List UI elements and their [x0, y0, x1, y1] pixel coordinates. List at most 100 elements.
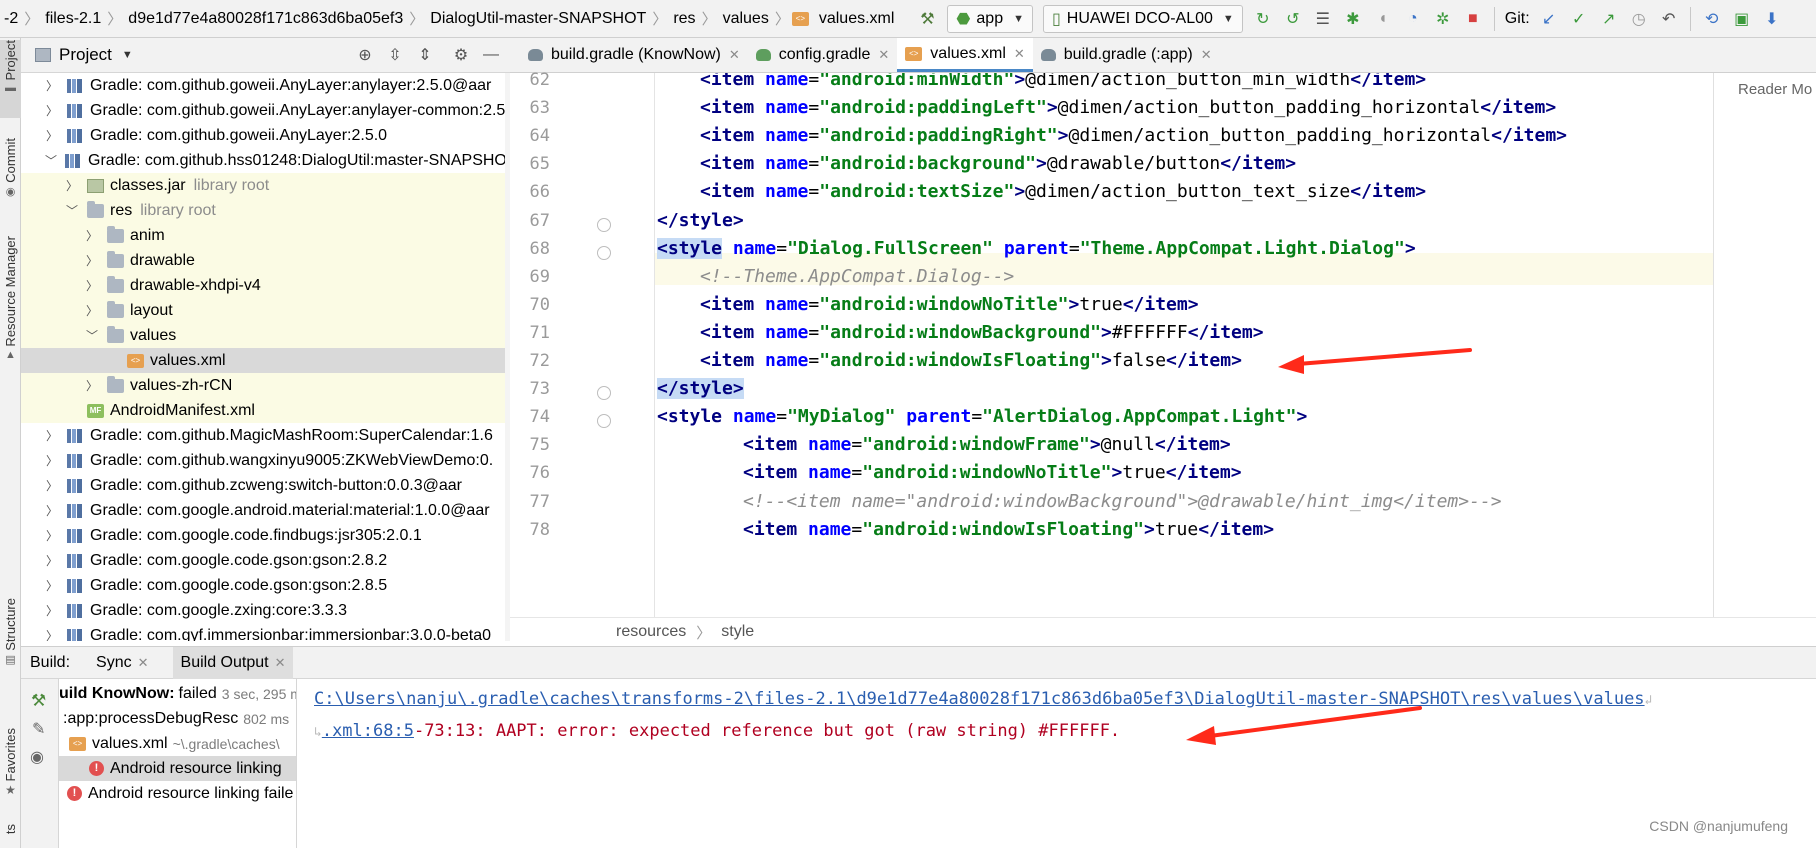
build-tree-row[interactable]: ! Android resource linking faile	[59, 781, 296, 806]
tree-row[interactable]: 〉 Gradle: com.github.goweii.AnyLayer:anyl…	[21, 98, 510, 123]
breadcrumb-item[interactable]: d9e1d77e4a80028f171c863d6ba05ef3	[124, 10, 407, 28]
chevron-right-icon[interactable]: 〉	[45, 602, 59, 619]
tree-row[interactable]: 〉 drawable-xhdpi-v4	[21, 273, 510, 298]
chevron-right-icon[interactable]: 〉	[45, 627, 59, 641]
chevron-right-icon[interactable]: 〉	[45, 552, 59, 569]
build-tree-row[interactable]: uild KnowNow:failed3 sec, 295 ms	[59, 681, 296, 706]
chevron-right-icon[interactable]: 〉	[45, 502, 59, 519]
build-hammer-icon[interactable]: ⚒	[914, 6, 940, 32]
tab-build-output[interactable]: Build Output ✕	[172, 646, 294, 679]
list-icon[interactable]: ☰	[1310, 6, 1336, 32]
tree-row[interactable]: 〉 layout	[21, 298, 510, 323]
chevron-right-icon[interactable]: 〉	[85, 277, 99, 294]
tree-row[interactable]: ﹀ res library root	[21, 198, 510, 223]
close-icon[interactable]: ✕	[1201, 47, 1212, 63]
structure-tool-tab[interactable]: Structure ▤	[0, 598, 21, 682]
hide-panel-icon[interactable]: —	[478, 42, 504, 68]
project-tool-tab[interactable]: Project ▬	[0, 40, 21, 118]
fold-toggle-icon[interactable]	[597, 386, 611, 401]
error-file-path-link[interactable]: C:\Users\nanju\.gradle\caches\transforms…	[314, 689, 1645, 709]
chevron-right-icon[interactable]: 〉	[45, 527, 59, 544]
build-tree-row[interactable]: ! Android resource linking	[59, 756, 296, 781]
tree-row[interactable]: 〉 Gradle: com.google.android.material:mat…	[21, 498, 510, 523]
tree-row[interactable]: MF AndroidManifest.xml	[21, 398, 510, 423]
editor-breadcrumb-item[interactable]: resources	[616, 623, 686, 641]
build-output-console[interactable]: C:\Users\nanju\.gradle\caches\transforms…	[297, 679, 1816, 848]
tree-row[interactable]: 〉 Gradle: com.google.code.findbugs:jsr305…	[21, 523, 510, 548]
chevron-right-icon[interactable]: 〉	[85, 377, 99, 394]
git-history-icon[interactable]: ◷	[1626, 6, 1652, 32]
tree-row[interactable]: 〉 Gradle: com.google.code.gson:gson:2.8.5	[21, 573, 510, 598]
chevron-right-icon[interactable]: 〉	[45, 477, 59, 494]
close-icon[interactable]: ✕	[275, 655, 286, 671]
chevron-right-icon[interactable]: 〉	[85, 302, 99, 319]
close-icon[interactable]: ✕	[138, 655, 149, 671]
chevron-down-icon[interactable]: ﹀	[45, 152, 57, 169]
project-view-select[interactable]: Project	[59, 45, 112, 65]
fold-toggle-icon[interactable]	[597, 245, 611, 260]
commit-tool-tab[interactable]: Commit ◉	[0, 138, 21, 218]
apply-changes-restart-icon[interactable]: ↻	[1250, 6, 1276, 32]
breadcrumb-item-current[interactable]: values.xml	[815, 10, 899, 28]
tab-sync[interactable]: Sync ✕	[96, 654, 148, 672]
git-push-icon[interactable]: ↗	[1596, 6, 1622, 32]
device-select[interactable]: ▯ HUAWEI DCO-AL00 ▼	[1042, 4, 1243, 33]
git-rollback-icon[interactable]: ↶	[1656, 6, 1682, 32]
tree-row[interactable]: 〉 Gradle: com.github.goweii.AnyLayer:2.5.…	[21, 123, 510, 148]
chevron-right-icon[interactable]: 〉	[45, 452, 59, 469]
tree-row[interactable]: 〉 Gradle: com.google.code.gson:gson:2.8.2	[21, 548, 510, 573]
coverage-shield-icon[interactable]: ◖	[1370, 6, 1396, 32]
fold-toggle-icon[interactable]	[597, 414, 611, 429]
tab-build-gradle-knownow[interactable]: build.gradle (KnowNow) ✕	[520, 38, 748, 72]
error-location-link[interactable]: .xml:68:5	[322, 721, 414, 741]
chevron-right-icon[interactable]: 〉	[45, 127, 59, 144]
build-tree-row[interactable]: <> values.xml ~\.gradle\caches\	[59, 731, 296, 756]
chevron-right-icon[interactable]: 〉	[45, 102, 59, 119]
gear-icon[interactable]: ⚙	[448, 42, 474, 68]
run-configuration-select[interactable]: ⬣ app ▼	[947, 4, 1033, 33]
debug-bug-icon[interactable]: ✱	[1340, 6, 1366, 32]
breadcrumb-item[interactable]: files-2.1	[41, 10, 105, 28]
chevron-down-icon[interactable]: ﹀	[65, 202, 79, 219]
tree-row[interactable]: 〉 anim	[21, 223, 510, 248]
chevron-right-icon[interactable]: 〉	[45, 427, 59, 444]
tab-build-gradle-app[interactable]: build.gradle (:app) ✕	[1033, 38, 1220, 72]
favorites-tool-tab[interactable]: Favorites ★	[0, 728, 21, 816]
chevron-down-icon[interactable]: ﹀	[85, 327, 99, 344]
tree-row[interactable]: ﹀ values	[21, 323, 510, 348]
profiler-gauge-icon[interactable]: ◔	[1400, 6, 1426, 32]
stop-icon[interactable]: ■	[1460, 6, 1486, 32]
pin-icon[interactable]: ✎	[32, 719, 45, 739]
breadcrumb-item[interactable]: -2	[0, 10, 22, 28]
reader-mode-toggle[interactable]: Reader Mo	[1738, 81, 1812, 98]
build-hammer-icon[interactable]: ⚒	[31, 691, 46, 711]
chevron-right-icon[interactable]: 〉	[45, 77, 59, 94]
tree-row[interactable]: 〉 Gradle: com.github.goweii.AnyLayer:anyl…	[21, 73, 510, 98]
tree-row[interactable]: 〉 Gradle: com.github.zcweng:switch-button…	[21, 473, 510, 498]
code-editor[interactable]: <item name="android:minWidth">@dimen/act…	[655, 73, 1713, 617]
sdk-manager-icon[interactable]: ⬇	[1759, 6, 1785, 32]
device-manager-icon[interactable]: ▣	[1729, 6, 1755, 32]
tab-config-gradle[interactable]: config.gradle ✕	[748, 38, 898, 72]
code-line[interactable]: <item name="android:windowIsFloating">fa…	[700, 345, 1242, 377]
tree-row[interactable]: 〉 Gradle: com.github.MagicMashRoom:SuperC…	[21, 423, 510, 448]
tree-row[interactable]: 〉 drawable	[21, 248, 510, 273]
breadcrumb-item[interactable]: values	[719, 10, 773, 28]
attach-debugger-icon[interactable]: ✲	[1430, 6, 1456, 32]
chevron-down-icon[interactable]: ▼	[122, 49, 133, 61]
chevron-right-icon[interactable]: 〉	[45, 577, 59, 594]
editor-breadcrumb-item[interactable]: style	[721, 623, 754, 641]
collapse-all-icon[interactable]: ⇕	[412, 42, 438, 68]
tab-values-xml[interactable]: <> values.xml ✕	[897, 38, 1033, 72]
close-icon[interactable]: ✕	[878, 47, 889, 63]
fold-toggle-icon[interactable]	[597, 217, 611, 232]
build-tree-row[interactable]: :app:processDebugResc 802 ms	[59, 706, 296, 731]
close-icon[interactable]: ✕	[1014, 46, 1025, 62]
tree-row[interactable]: ﹀ Gradle: com.github.hss01248:DialogUtil:…	[21, 148, 510, 173]
build-variants-tool-tab[interactable]: ts	[0, 824, 21, 846]
tree-row[interactable]: 〉 Gradle: com.github.wangxinyu9005:ZKWebV…	[21, 448, 510, 473]
expand-all-icon[interactable]: ⇳	[382, 42, 408, 68]
close-icon[interactable]: ✕	[729, 47, 740, 63]
eye-icon[interactable]: ◉	[30, 747, 44, 767]
code-line[interactable]: <item name="android:textSize">@dimen/act…	[700, 176, 1426, 208]
